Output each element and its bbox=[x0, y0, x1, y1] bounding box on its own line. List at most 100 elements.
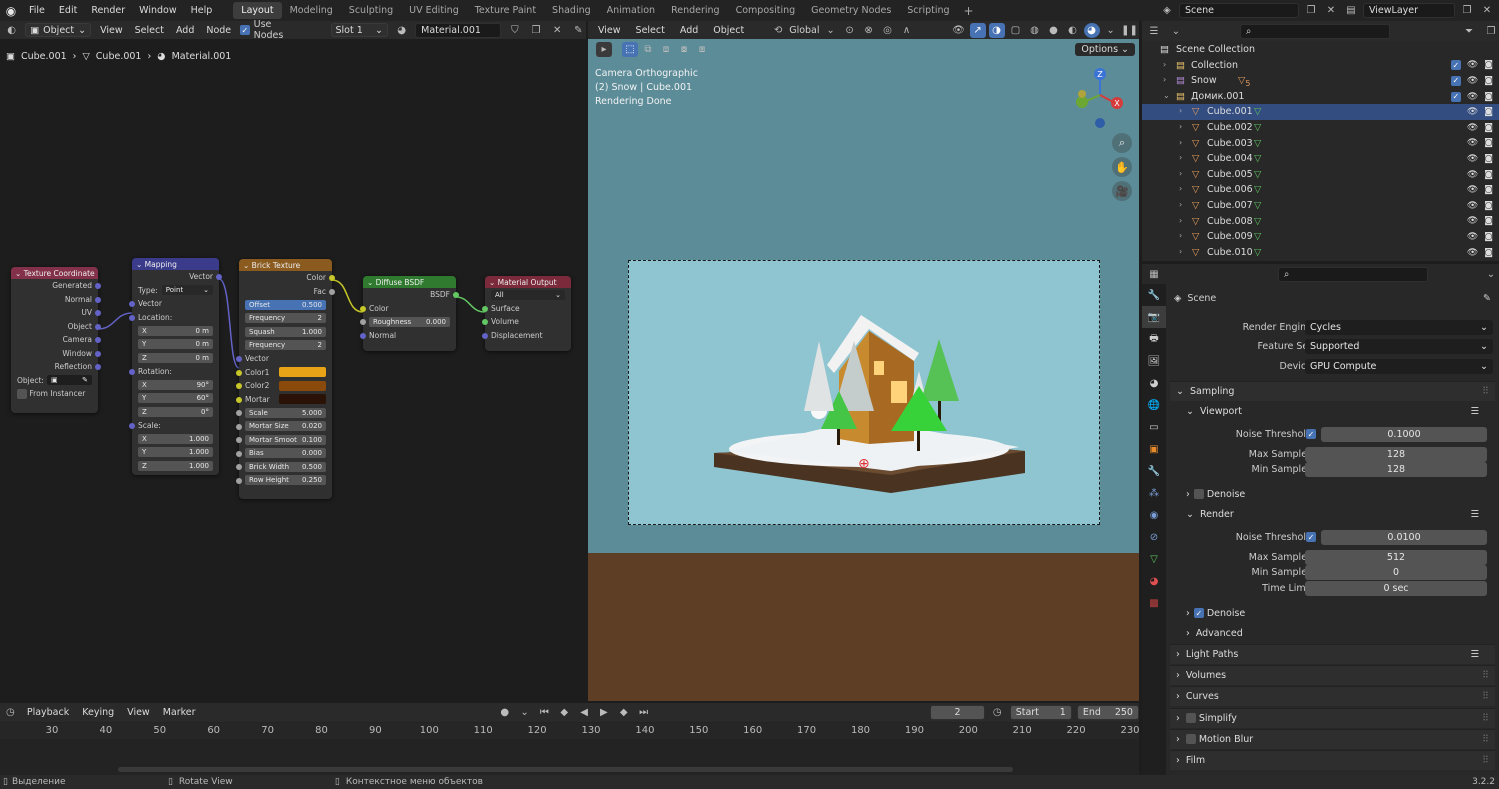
record-icon[interactable]: ● bbox=[497, 705, 512, 720]
chevron-right-icon[interactable]: › bbox=[1179, 122, 1182, 131]
blender-logo-icon[interactable]: ◉ bbox=[0, 4, 22, 18]
pivot-icon[interactable]: ⊙ bbox=[842, 23, 858, 38]
row-height-field[interactable]: Row Height 0.250 bbox=[245, 475, 326, 486]
menu-file[interactable]: File bbox=[22, 5, 52, 16]
rotation-x-field[interactable]: X 90° bbox=[138, 379, 213, 390]
section-simplify[interactable]: › Simplify ⠿ bbox=[1170, 707, 1495, 728]
value-row[interactable]: Z 0° bbox=[132, 405, 219, 419]
world-tab-icon[interactable]: 🌐 bbox=[1142, 394, 1166, 416]
socket[interactable] bbox=[129, 301, 135, 307]
3d-viewport[interactable]: View Select Add Object ⟲ Global ⌄ ⊙ ⊗ ◎ … bbox=[588, 21, 1139, 701]
presets-list-icon[interactable]: ☰ bbox=[1470, 509, 1495, 520]
socket[interactable] bbox=[360, 319, 366, 325]
advanced-subpanel[interactable]: › Advanced bbox=[1170, 623, 1495, 643]
camera-icon[interactable]: ◙ bbox=[1484, 185, 1493, 195]
prev-keyframe-icon[interactable]: ◆ bbox=[557, 705, 572, 720]
checkbox-unchecked-icon[interactable] bbox=[1185, 734, 1196, 745]
scene-tab-icon[interactable]: ◕ bbox=[1142, 372, 1166, 394]
wireframe-shading-icon[interactable]: ◍ bbox=[1027, 23, 1043, 38]
r-min-samples-field[interactable]: 0 bbox=[1305, 564, 1487, 580]
vp-menu-view[interactable]: View bbox=[592, 25, 627, 36]
section-volumes[interactable]: › Volumes ⠿ bbox=[1170, 665, 1495, 686]
scale-field[interactable]: Scale 5.000 bbox=[245, 407, 326, 418]
presets-list-icon[interactable]: ☰ bbox=[1470, 406, 1495, 417]
timeline-scrollbar[interactable] bbox=[118, 767, 1013, 772]
render-engine-dropdown[interactable]: Cycles ⌄ bbox=[1305, 319, 1493, 335]
properties-search-input[interactable]: ⌕ bbox=[1278, 266, 1428, 282]
value-row[interactable]: Scale 5.000 bbox=[236, 406, 332, 420]
node-material-output[interactable]: ⌄ Material Output All ⌄ Surface Volume Di… bbox=[482, 276, 571, 351]
eye-icon[interactable]: 👁 bbox=[1467, 232, 1478, 242]
socket[interactable] bbox=[95, 364, 101, 370]
node-diffuse-bsdf[interactable]: ⌄ Diffuse BSDF BSDF Color Roughness 0.000… bbox=[360, 276, 459, 351]
menu-render[interactable]: Render bbox=[84, 5, 132, 16]
value-row[interactable]: Y 0 m bbox=[132, 338, 219, 352]
data-tab-icon[interactable]: ▽ bbox=[1142, 548, 1166, 570]
node-brick-texture[interactable]: ⌄ Brick Texture Color Fac Offset 0.500 Fr… bbox=[236, 259, 335, 499]
checkbox-checked-icon[interactable]: ✓ bbox=[1193, 608, 1204, 618]
socket[interactable] bbox=[95, 323, 101, 330]
value-row[interactable]: Bias 0.000 bbox=[236, 447, 332, 461]
checkbox-unchecked-icon[interactable] bbox=[17, 388, 27, 399]
rotation-z-field[interactable]: Z 0° bbox=[138, 406, 213, 417]
target-dropdown[interactable]: All ⌄ bbox=[491, 289, 565, 300]
r-noise-threshold-field[interactable]: 0.0100 bbox=[1321, 529, 1487, 545]
camera-icon[interactable]: ◙ bbox=[1484, 138, 1493, 148]
drag-handle-icon[interactable]: ⠿ bbox=[1482, 386, 1495, 397]
squash-field[interactable]: Squash 1.000 bbox=[245, 326, 326, 337]
location-x-field[interactable]: X 0 m bbox=[138, 325, 213, 336]
checkbox-checked-icon[interactable]: ✓ bbox=[1306, 532, 1316, 542]
tab-sculpting[interactable]: Sculpting bbox=[341, 2, 401, 19]
socket[interactable] bbox=[236, 423, 242, 430]
outliner[interactable]: ☰ ⌄ ⌕ ⏷ ❐ ▤ Scene Collection › ▤ Collection… bbox=[1142, 21, 1499, 261]
squash-frequency-field[interactable]: Frequency 2 bbox=[245, 340, 326, 351]
node-texture-coordinate[interactable]: ⌄ Texture Coordinate Generated Normal UV… bbox=[11, 267, 101, 413]
camera-icon[interactable]: ◙ bbox=[1484, 154, 1493, 164]
socket[interactable] bbox=[95, 310, 101, 316]
options-button[interactable]: Options ⌄ bbox=[1075, 43, 1135, 56]
socket[interactable] bbox=[129, 314, 135, 321]
outliner-row[interactable]: › ▽ Cube.010 ▽ 👁 ◙ bbox=[1142, 245, 1499, 261]
tl-menu-playback[interactable]: Playback bbox=[23, 707, 73, 718]
presets-list-icon[interactable]: ☰ bbox=[1470, 649, 1495, 660]
value-row[interactable]: Y 1.000 bbox=[132, 446, 219, 460]
camera-icon[interactable]: ◙ bbox=[1484, 60, 1493, 70]
node-mapping[interactable]: ⌄ Mapping Vector Type: Point ⌄ Vector Loca… bbox=[129, 258, 222, 475]
keying-chevron-icon[interactable]: ⌄ bbox=[517, 705, 532, 720]
camera-icon[interactable]: ◙ bbox=[1484, 123, 1493, 133]
socket[interactable] bbox=[236, 369, 242, 376]
gizmo-toggle-icon[interactable]: ↗ bbox=[969, 22, 986, 38]
eye-icon[interactable]: 👁 bbox=[1467, 76, 1478, 86]
type-dropdown[interactable]: Point ⌄ bbox=[161, 285, 213, 296]
location-y-field[interactable]: Y 0 m bbox=[138, 339, 213, 350]
camera-view-icon[interactable]: 🎥 bbox=[1112, 181, 1132, 201]
rendered-shading-icon[interactable]: ◕ bbox=[1083, 22, 1100, 38]
chevron-right-icon[interactable]: › bbox=[1179, 169, 1182, 178]
view-layer-tab-icon[interactable]: 🖼 bbox=[1142, 350, 1166, 372]
camera-icon[interactable]: ◙ bbox=[1484, 76, 1493, 86]
menu-edit[interactable]: Edit bbox=[52, 5, 84, 16]
outliner-row[interactable]: › ▽ Cube.008 ▽ 👁 ◙ bbox=[1142, 214, 1499, 230]
current-frame-field[interactable]: 2 bbox=[930, 705, 985, 720]
eye-icon[interactable]: 👁 bbox=[1467, 216, 1478, 226]
modifier-tab-icon[interactable]: 🔧 bbox=[1142, 460, 1166, 482]
delete-view-layer-icon[interactable]: ✕ bbox=[1479, 3, 1495, 18]
select-new-icon[interactable]: ⬚ bbox=[622, 42, 638, 57]
socket[interactable] bbox=[95, 283, 101, 289]
eye-icon[interactable]: 👁 bbox=[1467, 201, 1478, 211]
display-mode-icon[interactable]: ⌄ bbox=[1168, 24, 1184, 39]
camera-icon[interactable]: ◙ bbox=[1484, 216, 1493, 226]
outliner-root[interactable]: ▤ Scene Collection bbox=[1142, 42, 1499, 58]
chevron-right-icon[interactable]: › bbox=[1163, 75, 1166, 84]
mortar-smooth-field[interactable]: Mortar Smoot 0.100 bbox=[245, 434, 326, 445]
overlay-toggle-icon[interactable]: ◑ bbox=[988, 22, 1005, 38]
tab-modeling[interactable]: Modeling bbox=[282, 2, 341, 19]
chevron-down-icon[interactable]: ⌄ bbox=[1163, 91, 1170, 100]
eye-icon[interactable]: 👁 bbox=[1467, 107, 1478, 117]
visibility-icon[interactable]: 👁 bbox=[951, 23, 967, 38]
chevron-right-icon[interactable]: › bbox=[1179, 247, 1182, 256]
pan-hand-icon[interactable]: ✋ bbox=[1112, 157, 1132, 177]
tab-shading[interactable]: Shading bbox=[544, 2, 599, 19]
editor-type-icon[interactable]: ▦ bbox=[1146, 267, 1162, 282]
frequency-field[interactable]: Frequency 2 bbox=[245, 313, 326, 324]
